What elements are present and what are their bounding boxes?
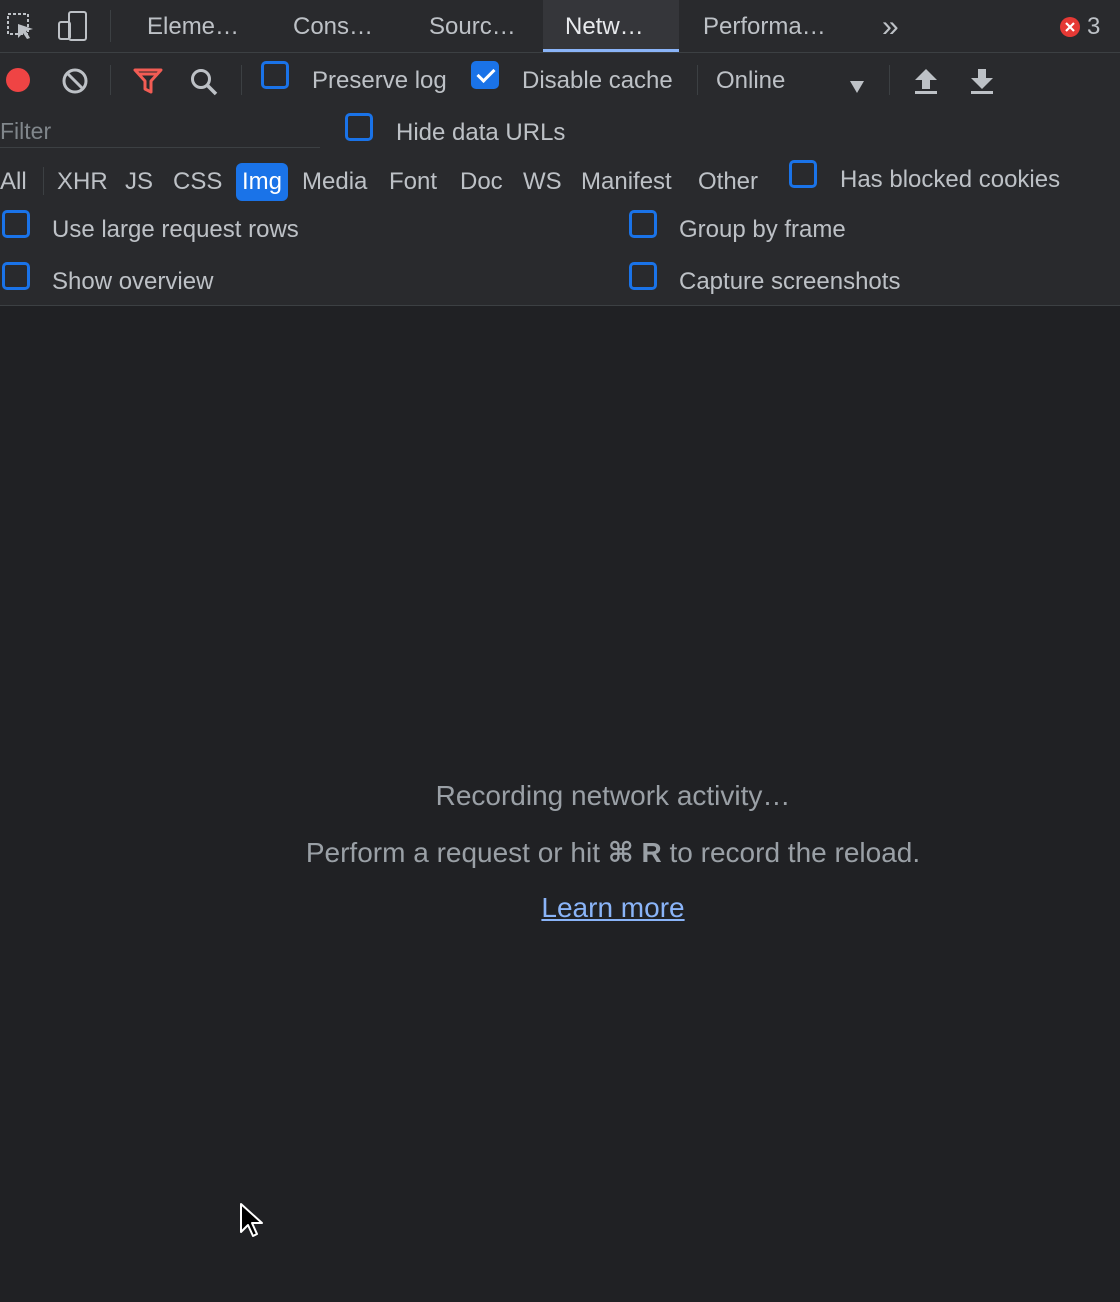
chevron-down-icon[interactable] <box>849 73 865 101</box>
large-rows-checkbox[interactable] <box>2 210 30 238</box>
throttling-select[interactable]: Online <box>716 67 785 95</box>
network-toolbar: Preserve log Disable cache Online <box>0 53 1120 107</box>
type-ws[interactable]: WS <box>523 163 562 201</box>
record-icon[interactable] <box>5 67 31 100</box>
search-icon[interactable] <box>189 67 219 104</box>
error-icon[interactable] <box>1060 16 1080 44</box>
filter-icon[interactable] <box>133 67 163 102</box>
capture-screenshots-checkbox[interactable] <box>629 262 657 290</box>
hide-data-urls-checkbox[interactable] <box>345 113 373 141</box>
learn-more-link[interactable]: Learn more <box>541 892 684 923</box>
mouse-cursor-icon <box>239 1202 265 1247</box>
error-count[interactable]: 3 <box>1087 13 1100 41</box>
type-css[interactable]: CSS <box>173 163 222 201</box>
has-blocked-cookies-label[interactable]: Has blocked cookies <box>840 166 1060 194</box>
reload-hint: Perform a request or hit ⌘ R to record t… <box>0 836 1120 869</box>
tab-performance[interactable]: Performa… <box>703 0 826 52</box>
type-font[interactable]: Font <box>389 163 437 201</box>
tab-console[interactable]: Cons… <box>293 0 373 52</box>
type-all[interactable]: All <box>0 163 27 201</box>
show-overview-checkbox[interactable] <box>2 262 30 290</box>
type-img[interactable]: Img <box>236 163 289 201</box>
more-tabs-button[interactable]: » <box>882 0 899 52</box>
hide-data-urls-label[interactable]: Hide data URLs <box>396 119 565 147</box>
show-overview-label[interactable]: Show overview <box>52 268 213 296</box>
group-by-frame-checkbox[interactable] <box>629 210 657 238</box>
large-rows-label[interactable]: Use large request rows <box>52 216 299 244</box>
import-har-icon[interactable] <box>913 67 939 102</box>
reload-hint-prefix: Perform a request or hit <box>305 837 600 868</box>
type-doc[interactable]: Doc <box>460 163 503 201</box>
type-media[interactable]: Media <box>302 163 367 201</box>
type-xhr[interactable]: XHR <box>57 163 108 201</box>
tab-elements[interactable]: Eleme… <box>147 0 239 52</box>
group-by-frame-label[interactable]: Group by frame <box>679 216 846 244</box>
capture-screenshots-label[interactable]: Capture screenshots <box>679 268 900 296</box>
clear-icon[interactable] <box>61 67 89 102</box>
recording-message: Recording network activity… <box>435 780 791 811</box>
has-blocked-cookies-checkbox[interactable] <box>789 160 817 188</box>
type-js[interactable]: JS <box>125 163 153 201</box>
preserve-log-checkbox[interactable] <box>261 61 289 89</box>
devtools-tab-bar: Eleme… Cons… Sourc… Netw… Performa… » 3 <box>0 0 1120 53</box>
device-toolbar-icon[interactable] <box>57 10 89 49</box>
type-manifest[interactable]: Manifest <box>581 163 672 201</box>
reload-hint-suffix: to record the reload. <box>669 837 921 868</box>
filter-input[interactable] <box>0 115 320 148</box>
disable-cache-label[interactable]: Disable cache <box>522 67 673 95</box>
reload-shortcut: ⌘ R <box>607 837 662 868</box>
learn-more-row: Learn more <box>0 892 1120 924</box>
tab-network[interactable]: Netw… <box>543 0 679 52</box>
inspect-element-icon[interactable] <box>6 12 36 49</box>
export-har-icon[interactable] <box>969 67 995 102</box>
disable-cache-checkbox[interactable] <box>471 61 499 89</box>
tab-sources[interactable]: Sourc… <box>429 0 516 52</box>
filter-bar: Hide data URLs <box>0 107 1120 155</box>
preserve-log-label[interactable]: Preserve log <box>312 67 447 95</box>
type-other[interactable]: Other <box>698 163 758 201</box>
